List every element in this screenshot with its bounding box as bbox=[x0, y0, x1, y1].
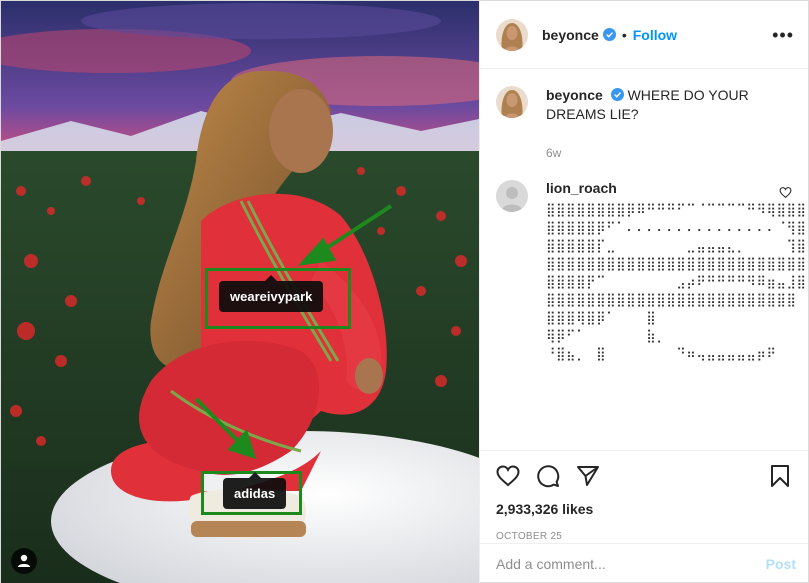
author-avatar[interactable] bbox=[496, 18, 528, 51]
post-date[interactable]: OCTOBER 25 bbox=[496, 531, 792, 542]
tag-label-adidas[interactable]: adidas bbox=[223, 472, 287, 509]
post-photo[interactable]: weareivypark adidas bbox=[1, 1, 479, 583]
instagram-post-modal: weareivypark adidas beyonce • Follow •••… bbox=[0, 0, 809, 583]
caption-text-block: beyonce WHERE DO YOUR DREAMS LIE? bbox=[546, 86, 792, 124]
verified-badge-icon bbox=[610, 88, 624, 101]
bookmark-icon[interactable] bbox=[768, 464, 792, 488]
comment-like-heart-icon[interactable] bbox=[779, 186, 792, 199]
user-tag-icon[interactable] bbox=[11, 548, 37, 574]
caption-timestamp[interactable]: 6w bbox=[546, 146, 792, 160]
tag-label-weareivypark[interactable]: weareivypark bbox=[219, 275, 324, 312]
post-header: beyonce • Follow ••• bbox=[480, 1, 808, 69]
comment-icon[interactable] bbox=[536, 464, 560, 488]
comment-username[interactable]: lion_roach bbox=[546, 180, 808, 196]
follow-button[interactable]: Follow bbox=[633, 27, 677, 43]
caption: beyonce WHERE DO YOUR DREAMS LIE? bbox=[496, 86, 792, 124]
commenter-avatar[interactable] bbox=[496, 180, 528, 212]
likes-count[interactable]: 2,933,326 likes bbox=[496, 501, 792, 517]
comment-item: lion_roach ⣿⣿⣿⣿⣿⣿⣿⣿⡿⠿⠛⠛⠛⠋⠉⠈⠉⠉⠉⠉⠛⠻⢿⣿⣿⣿ ⣿⣿⣿… bbox=[496, 180, 808, 364]
heart-icon[interactable] bbox=[496, 464, 520, 488]
caption-username[interactable]: beyonce bbox=[546, 87, 603, 103]
author-username[interactable]: beyonce bbox=[542, 27, 599, 43]
comment-input[interactable] bbox=[496, 556, 766, 572]
post-comment-button[interactable]: Post bbox=[766, 556, 796, 572]
comment-text: ⣿⣿⣿⣿⣿⣿⣿⣿⡿⠿⠛⠛⠛⠋⠉⠈⠉⠉⠉⠉⠛⠻⢿⣿⣿⣿⣿⣿⣿⣿ ⣿⣿⣿⣿⣿⡿⠋⠁⠄… bbox=[546, 203, 808, 362]
more-options-icon[interactable]: ••• bbox=[772, 26, 794, 44]
verified-badge-icon bbox=[602, 28, 616, 41]
caption-avatar[interactable] bbox=[496, 86, 528, 118]
comments-list[interactable]: beyonce WHERE DO YOUR DREAMS LIE? 6w lio… bbox=[480, 70, 808, 450]
action-icons bbox=[496, 461, 792, 491]
post-actions: 2,933,326 likes OCTOBER 25 bbox=[480, 450, 808, 542]
share-icon[interactable] bbox=[576, 464, 600, 488]
comment-text-block: lion_roach ⣿⣿⣿⣿⣿⣿⣿⣿⡿⠿⠛⠛⠛⠋⠉⠈⠉⠉⠉⠉⠛⠻⢿⣿⣿⣿ ⣿⣿⣿… bbox=[546, 180, 808, 364]
separator-dot: • bbox=[621, 26, 627, 43]
add-comment-bar: Post bbox=[480, 543, 808, 583]
post-sidebar: beyonce • Follow ••• beyonce WHERE DO YO… bbox=[479, 1, 808, 583]
